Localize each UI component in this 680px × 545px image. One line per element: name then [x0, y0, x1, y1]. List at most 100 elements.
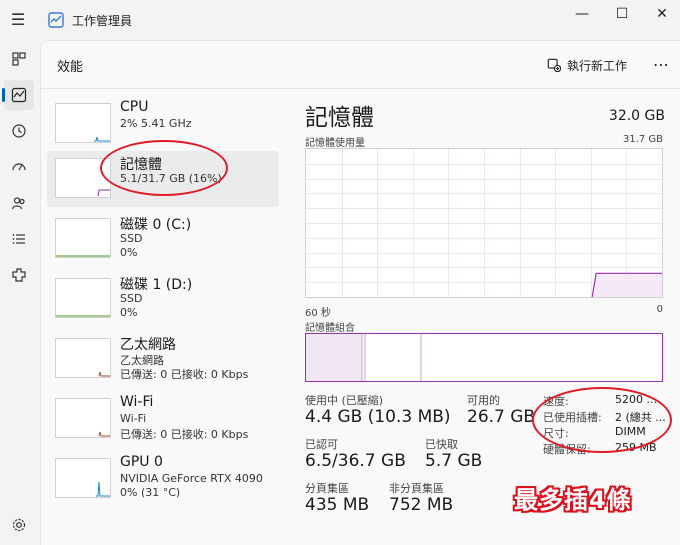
perf-item-detail: 2% 5.41 GHz	[120, 117, 192, 130]
main-panel: 效能 執行新工作 ⋯ CPU 2% 5.41 GHz 記憶體 5.1/31.7 GB …	[40, 40, 680, 545]
in-use-label: 使用中 (已壓縮)	[305, 394, 384, 407]
memory-detail-pane: 記憶體 32.0 GB 記憶體使用量 31.7 GB 60 秒 0 記憶體組合 …	[305, 96, 669, 536]
perf-item-detail: NVIDIA GeForce RTX 4090	[120, 472, 263, 485]
perf-item[interactable]: 記憶體 5.1/31.7 GB (16%)	[47, 151, 279, 207]
maximize-button[interactable]: ☐	[606, 4, 638, 24]
perf-item-detail: Wi-Fi	[120, 412, 147, 425]
detail-title: 記憶體	[305, 105, 374, 131]
perf-thumbnail	[55, 458, 111, 498]
page-header: 效能 執行新工作 ⋯	[41, 41, 680, 89]
close-button[interactable]: ✕	[646, 4, 678, 24]
menu-icon[interactable]: ☰	[6, 8, 30, 32]
perf-thumbnail-line	[98, 371, 110, 377]
paged-pool-value: 435 MB	[305, 495, 370, 515]
committed-value: 6.5/36.7 GB	[305, 451, 406, 471]
nav-services[interactable]	[4, 260, 34, 290]
app-history-icon	[12, 124, 26, 138]
perf-thumbnail-graph	[97, 189, 110, 197]
perf-thumbnail-line	[96, 481, 110, 497]
slots-used-value: 2 (總共 ...	[615, 411, 666, 424]
slots-used-label: 已使用插槽:	[543, 411, 602, 424]
minimize-button[interactable]: —	[566, 4, 598, 24]
nonpaged-pool-value: 752 MB	[389, 495, 454, 515]
nav-startup-apps[interactable]	[4, 152, 34, 182]
perf-thumbnail-graph	[56, 315, 110, 317]
perf-thumbnail-graph	[96, 481, 110, 497]
perf-item-name: 記憶體	[120, 157, 162, 173]
perf-item[interactable]: 乙太網路 乙太網路 已傳送: 0 已接收: 0 Kbps	[47, 331, 279, 387]
perf-thumbnail	[55, 398, 111, 438]
more-options-button[interactable]: ⋯	[649, 53, 673, 77]
available-label: 可用的	[467, 394, 500, 407]
memory-total: 32.0 GB	[608, 108, 665, 124]
speed-label: 速度:	[543, 395, 569, 408]
perf-thumbnail	[55, 218, 111, 258]
nav-details[interactable]	[4, 224, 34, 254]
memory-composition-label: 記憶體組合	[305, 323, 355, 334]
processes-icon	[12, 52, 26, 66]
page-title: 效能	[57, 60, 84, 75]
nav-processes[interactable]	[4, 44, 34, 74]
perf-item[interactable]: Wi-Fi Wi-Fi 已傳送: 0 已接收: 0 Kbps	[47, 391, 279, 447]
speed-value: 5200 ...	[615, 393, 657, 406]
perf-thumbnail	[55, 278, 111, 318]
title-bar: ☰ 工作管理員 — ☐ ✕	[0, 0, 680, 40]
perf-item-detail: SSD	[120, 292, 143, 305]
perf-item[interactable]: 磁碟 0 (C:) SSD 0%	[47, 211, 279, 267]
committed-label: 已認可	[305, 438, 338, 451]
nav-app-history[interactable]	[4, 116, 34, 146]
perf-item[interactable]: CPU 2% 5.41 GHz	[47, 96, 279, 152]
perf-item-detail: 已傳送: 0 已接收: 0 Kbps	[120, 368, 249, 381]
perf-item-detail: 0% (31 °C)	[120, 486, 181, 499]
startup-apps-icon	[12, 163, 26, 171]
perf-item-detail: 5.1/31.7 GB (16%)	[120, 172, 222, 185]
perf-thumbnail-graph	[94, 136, 110, 142]
run-task-icon	[547, 58, 561, 72]
perf-item-name: 磁碟 1 (D:)	[120, 277, 193, 293]
annotation-caption: 最多插4條	[514, 486, 632, 514]
window-title: 工作管理員	[72, 14, 133, 28]
left-navigation	[0, 40, 40, 545]
memory-composition-bar	[305, 333, 663, 382]
perf-item[interactable]: 磁碟 1 (D:) SSD 0%	[47, 271, 279, 327]
memory-usage-graph-svg	[306, 149, 662, 298]
details-icon	[12, 234, 25, 244]
perf-item-detail: 已傳送: 0 已接收: 0 Kbps	[120, 428, 249, 441]
perf-item-name: 乙太網路	[120, 337, 176, 353]
perf-thumbnail	[55, 158, 111, 198]
cached-value: 5.7 GB	[425, 451, 483, 471]
nav-performance[interactable]	[2, 80, 34, 110]
perf-thumbnail-graph	[98, 431, 110, 437]
nonpaged-pool-label: 非分頁集區	[389, 482, 444, 495]
memory-composition-svg	[306, 334, 422, 381]
time-axis-start: 60 秒	[305, 308, 331, 319]
form-factor-value: DIMM	[615, 425, 646, 438]
nav-settings[interactable]	[4, 510, 34, 540]
perf-item-name: 磁碟 0 (C:)	[120, 217, 192, 233]
hardware-reserved-value: 259 MB	[615, 441, 657, 454]
hardware-reserved-label: 硬體保留:	[543, 443, 591, 456]
perf-item-name: GPU 0	[120, 454, 163, 470]
memory-usage-area	[592, 273, 662, 297]
perf-thumbnail-line	[98, 431, 110, 437]
nav-users[interactable]	[4, 188, 34, 218]
time-axis-end: 0	[656, 304, 663, 315]
performance-icon	[11, 87, 27, 103]
perf-item[interactable]: GPU 0 NVIDIA GeForce RTX 4090 0% (31 °C)	[47, 451, 279, 507]
perf-thumbnail-line	[97, 189, 110, 197]
perf-item-name: Wi-Fi	[120, 394, 154, 410]
perf-item-name: CPU	[120, 99, 149, 115]
form-factor-label: 尺寸:	[543, 427, 569, 440]
perf-thumbnail	[55, 103, 111, 143]
in-use-segment	[306, 334, 362, 381]
run-new-task-button[interactable]: 執行新工作	[547, 54, 627, 76]
memory-usage-label: 記憶體使用量	[305, 138, 365, 149]
cached-label: 已快取	[425, 438, 458, 451]
perf-thumbnail	[55, 338, 111, 378]
memory-usage-graph	[305, 148, 663, 298]
perf-thumbnail-graph	[56, 255, 110, 257]
perf-item-detail: 0%	[120, 246, 138, 259]
available-value: 26.7 GB	[467, 407, 536, 427]
users-icon	[11, 197, 25, 210]
in-use-value: 4.4 GB (10.3 MB)	[305, 407, 451, 427]
